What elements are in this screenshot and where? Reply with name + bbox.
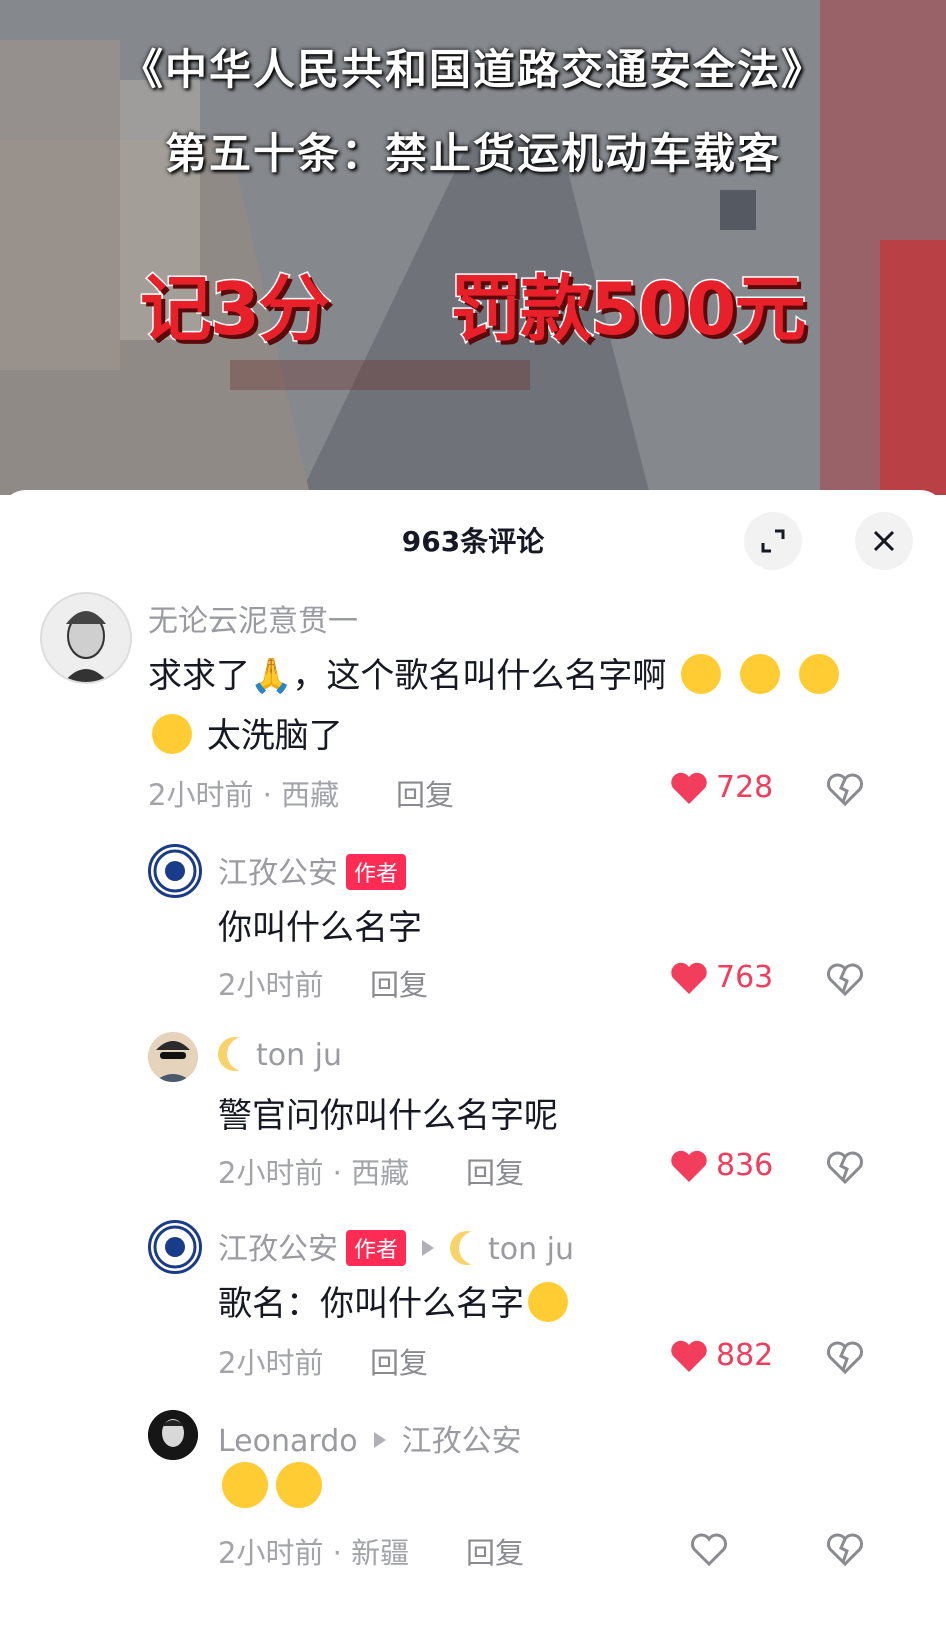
comment-text-line: 求求了🙏，这个歌名叫什么名字啊 xyxy=(148,656,667,696)
penalty-fine: 罚款500元 xyxy=(448,266,807,353)
penalty-points: 记3分 xyxy=(138,266,331,353)
moon-icon xyxy=(450,1231,484,1265)
like-count: 882 xyxy=(716,1338,774,1373)
like-button[interactable]: 728 xyxy=(670,770,773,805)
reply-to-username[interactable]: 江孜公安 xyxy=(402,1424,522,1459)
avatar[interactable] xyxy=(40,592,132,684)
comment-time-location: 2小时前 xyxy=(218,1346,324,1380)
reply-button[interactable]: 回复 xyxy=(370,962,428,1004)
close-button[interactable] xyxy=(855,512,913,570)
comment-username[interactable]: 无论云泥意贯一 xyxy=(148,596,358,640)
reply-to-username[interactable]: ton ju xyxy=(488,1232,574,1267)
comment-username[interactable]: 江孜公安 作者 xyxy=(218,848,407,893)
author-badge: 作者 xyxy=(346,853,407,890)
loudly-crying-emoji-icon xyxy=(222,1462,268,1508)
comment-text-line: 太洗脑了 xyxy=(206,716,343,756)
comment-count-title: 963条评论 xyxy=(401,525,545,558)
loudly-crying-emoji-icon xyxy=(276,1462,322,1508)
username-text: 江孜公安 xyxy=(218,1232,338,1267)
heart-outline-icon[interactable] xyxy=(690,1532,728,1566)
broken-heart-icon[interactable] xyxy=(826,962,864,996)
broken-heart-icon[interactable] xyxy=(826,772,864,806)
comment-text: 你叫什么名字 xyxy=(218,908,422,948)
comment-text: 求求了🙏，这个歌名叫什么名字啊 xyxy=(148,648,843,698)
close-icon xyxy=(873,530,895,552)
author-badge: 作者 xyxy=(346,1229,407,1266)
broken-heart-icon[interactable] xyxy=(826,1532,864,1566)
comment-time-location: 2小时前 · 西藏 xyxy=(218,1156,410,1190)
user-avatar-image xyxy=(42,594,130,682)
username-text: 江孜公安 xyxy=(218,856,338,891)
law-title: 《中华人民共和国道路交通安全法》 xyxy=(120,45,825,94)
comment-text: 歌名：你叫什么名字 xyxy=(218,1276,572,1326)
heart-icon xyxy=(671,962,707,994)
reply-button[interactable]: 回复 xyxy=(396,772,454,814)
avatar[interactable] xyxy=(148,844,202,898)
comment-text-line: 歌名：你叫什么名字 xyxy=(218,1284,524,1324)
moon-icon xyxy=(218,1037,252,1071)
like-button[interactable]: 763 xyxy=(670,960,773,995)
police-emblem-icon xyxy=(153,1225,197,1269)
shushing-face-emoji-icon xyxy=(528,1281,568,1322)
avatar[interactable] xyxy=(148,1410,198,1460)
like-count: 763 xyxy=(716,960,774,995)
user-avatar-image xyxy=(148,1410,198,1460)
expand-icon xyxy=(761,529,785,553)
reply-arrow-icon xyxy=(373,1431,386,1448)
reply-button[interactable]: 回复 xyxy=(370,1340,428,1382)
video-preview[interactable]: 《中华人民共和国道路交通安全法》 第五十条：禁止货运机动车载客 记3分 罚款50… xyxy=(0,0,946,495)
like-count: 836 xyxy=(716,1148,774,1183)
like-button[interactable]: 836 xyxy=(670,1148,773,1183)
reply-button[interactable]: 回复 xyxy=(466,1530,524,1572)
crying-emoji-icon xyxy=(152,713,192,754)
comment-time-location: 2小时前 xyxy=(218,968,324,1002)
username-text: ton ju xyxy=(256,1038,343,1073)
broken-heart-icon[interactable] xyxy=(826,1340,864,1374)
like-count: 728 xyxy=(716,770,774,805)
comment-username[interactable]: ton ju xyxy=(218,1038,342,1074)
avatar[interactable] xyxy=(148,1032,198,1082)
comment-text: 太洗脑了 xyxy=(148,708,343,758)
heart-icon xyxy=(671,1340,707,1372)
comment-username[interactable]: 江孜公安 作者 ton ju xyxy=(218,1224,574,1269)
username-text: Leonardo xyxy=(218,1424,358,1459)
broken-heart-icon[interactable] xyxy=(826,1150,864,1184)
police-emblem-icon xyxy=(153,849,197,893)
user-avatar-image xyxy=(148,1032,198,1082)
reply-button[interactable]: 回复 xyxy=(466,1150,524,1192)
expand-button[interactable] xyxy=(744,512,802,570)
reply-arrow-icon xyxy=(422,1239,435,1256)
comment-time-location: 2小时前 · 新疆 xyxy=(218,1536,410,1570)
comment-username[interactable]: Leonardo 江孜公安 xyxy=(218,1416,522,1460)
comment-text: 警官问你叫什么名字呢 xyxy=(218,1096,558,1136)
like-button[interactable]: 882 xyxy=(670,1338,773,1373)
heart-icon xyxy=(671,1150,707,1182)
heart-icon xyxy=(671,772,707,804)
avatar[interactable] xyxy=(148,1220,202,1274)
law-article: 第五十条：禁止货运机动车载客 xyxy=(164,129,781,178)
astonished-emoji-icon xyxy=(681,653,722,694)
crying-emoji-icon xyxy=(739,653,780,694)
comment-text xyxy=(218,1462,326,1512)
crying-emoji-icon xyxy=(798,653,839,694)
comment-time-location: 2小时前 · 西藏 xyxy=(148,778,340,812)
